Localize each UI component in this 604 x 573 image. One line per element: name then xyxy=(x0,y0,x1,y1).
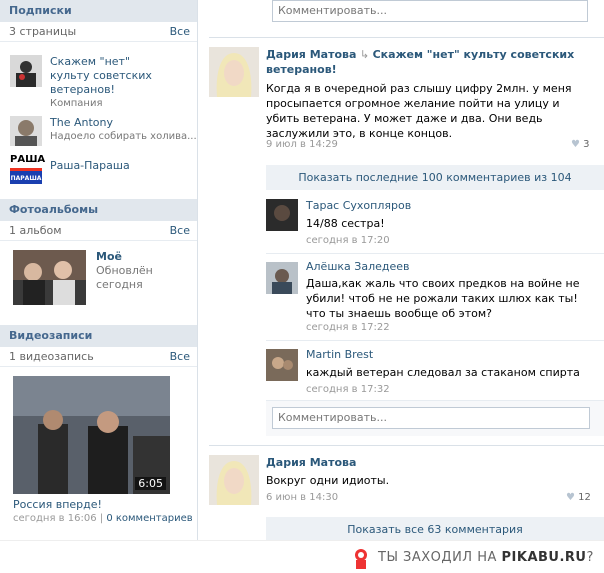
subscription-name[interactable]: Скажем "нет" культу советских ветеранов! xyxy=(50,55,168,97)
post-date[interactable]: 6 июн в 14:30 xyxy=(266,492,338,503)
comment-author[interactable]: Martin Brest xyxy=(306,348,373,361)
post-author[interactable]: Дария Матова xyxy=(266,456,356,469)
comment-text: 14/88 сестра! xyxy=(306,217,385,230)
pikabu-watermark: ТЫ ЗАХОДИЛ НА PIKABU.RU? xyxy=(0,540,604,573)
watermark-prefix: ТЫ ЗАХОДИЛ НА xyxy=(378,550,502,565)
top-comment-input[interactable]: Комментировать... xyxy=(272,0,588,22)
videos-subheader: 1 видеозапись Все xyxy=(0,347,197,367)
like-count: 12 xyxy=(578,492,591,503)
logo-bottom-text: ПАРАША xyxy=(10,168,42,184)
like-control[interactable]: ♥ 12 xyxy=(566,492,591,503)
heart-icon: ♥ xyxy=(566,492,575,503)
video-meta: сегодня в 16:06 | 0 комментариев xyxy=(13,513,193,524)
subscription-item[interactable]: The Antony Надоело собирать холива... xyxy=(10,116,197,146)
video-title[interactable]: Россия вперде! xyxy=(13,498,102,511)
comment-author[interactable]: Тарас Сухопляров xyxy=(306,199,411,212)
commenter-avatar[interactable] xyxy=(266,199,298,231)
subscriptions-count: 3 страницы xyxy=(9,25,77,38)
comment-input[interactable]: Комментировать... xyxy=(272,407,590,429)
top-comment-placeholder: Комментировать... xyxy=(278,4,387,17)
video-thumbnail[interactable]: 6:05 xyxy=(13,376,170,494)
post-date[interactable]: 9 июл в 14:29 xyxy=(266,139,338,150)
album-when: сегодня xyxy=(96,278,143,291)
post-divider xyxy=(209,445,604,446)
comment-text: каждый ветеран следовал за стаканом спир… xyxy=(306,366,580,379)
videos-header[interactable]: Видеозаписи xyxy=(0,325,197,347)
author-avatar[interactable] xyxy=(209,47,259,97)
videos-all-link[interactable]: Все xyxy=(170,347,190,366)
albums-header[interactable]: Фотоальбомы xyxy=(0,199,197,221)
comment-placeholder: Комментировать... xyxy=(278,411,387,424)
subscription-item[interactable]: Скажем "нет" культу советских ветеранов!… xyxy=(10,55,168,111)
albums-subheader: 1 альбом Все xyxy=(0,221,197,241)
album-item[interactable]: Моё Обновлён сегодня xyxy=(13,250,153,305)
watermark-text: ТЫ ЗАХОДИЛ НА PIKABU.RU? xyxy=(378,550,594,565)
subscription-desc: Компания xyxy=(50,98,103,109)
show-more-comments-button[interactable]: Показать последние 100 комментариев из 1… xyxy=(266,165,604,190)
subscription-item[interactable]: РАША ПАРАША Раша-Параша xyxy=(10,152,130,184)
subscription-name[interactable]: The Antony xyxy=(50,116,197,130)
album-name[interactable]: Моё xyxy=(96,250,153,264)
subscription-name[interactable]: Раша-Параша xyxy=(50,152,130,180)
commenter-avatar[interactable] xyxy=(266,349,298,381)
like-control[interactable]: ♥ 3 xyxy=(571,139,590,150)
album-updated: Обновлён xyxy=(96,264,153,277)
logo-top-text: РАША xyxy=(10,152,45,168)
user-avatar[interactable] xyxy=(10,116,42,146)
album-cover[interactable] xyxy=(13,250,86,305)
video-duration: 6:05 xyxy=(135,477,166,490)
comment-date[interactable]: сегодня в 17:22 xyxy=(306,322,390,333)
video-date: сегодня в 16:06 xyxy=(13,513,97,524)
comment-divider xyxy=(266,253,604,254)
post-text: Когда я в очередной раз слышу цифру 2млн… xyxy=(266,82,572,140)
watermark-site: PIKABU.RU xyxy=(501,550,587,565)
comment-date[interactable]: сегодня в 17:20 xyxy=(306,235,390,246)
heart-icon: ♥ xyxy=(571,139,580,150)
subscriptions-header[interactable]: Подписки xyxy=(0,0,197,22)
comment-date[interactable]: сегодня в 17:32 xyxy=(306,384,390,395)
subscriptions-all-link[interactable]: Все xyxy=(170,22,190,41)
watermark-suffix: ? xyxy=(586,550,594,565)
subscriptions-subheader: 3 страницы Все xyxy=(0,22,197,42)
group-avatar[interactable] xyxy=(10,55,42,87)
comment-text: Даша,как жаль что своих предков на войне… xyxy=(306,277,580,320)
albums-count: 1 альбом xyxy=(9,224,62,237)
post-header: Дария Матова ↳ Скажем "нет" культу совет… xyxy=(266,47,586,77)
comment-divider xyxy=(266,340,604,341)
left-column: Подписки 3 страницы Все Скажем "нет" кул… xyxy=(0,0,198,573)
video-comments-link[interactable]: 0 комментариев xyxy=(106,513,192,524)
author-avatar[interactable] xyxy=(209,455,259,505)
videos-count: 1 видеозапись xyxy=(9,350,94,363)
pikabu-mascot-icon xyxy=(355,549,367,569)
post-author[interactable]: Дария Матова xyxy=(266,48,356,61)
video-sep: | xyxy=(99,513,104,524)
commenter-avatar[interactable] xyxy=(266,262,298,294)
show-all-comments-button[interactable]: Показать все 63 комментария xyxy=(266,517,604,542)
share-arrow-icon: ↳ xyxy=(359,48,370,61)
albums-all-link[interactable]: Все xyxy=(170,221,190,240)
like-count: 3 xyxy=(583,139,590,150)
comment-author[interactable]: Алёшка Заледеев xyxy=(306,260,410,273)
comment-form: Комментировать... xyxy=(266,400,604,436)
rasha-logo[interactable]: РАША ПАРАША xyxy=(10,152,45,184)
post-text: Вокруг одни идиоты. xyxy=(266,474,390,487)
subscription-desc: Надоело собирать холива... xyxy=(50,131,197,142)
post-divider xyxy=(209,37,604,38)
